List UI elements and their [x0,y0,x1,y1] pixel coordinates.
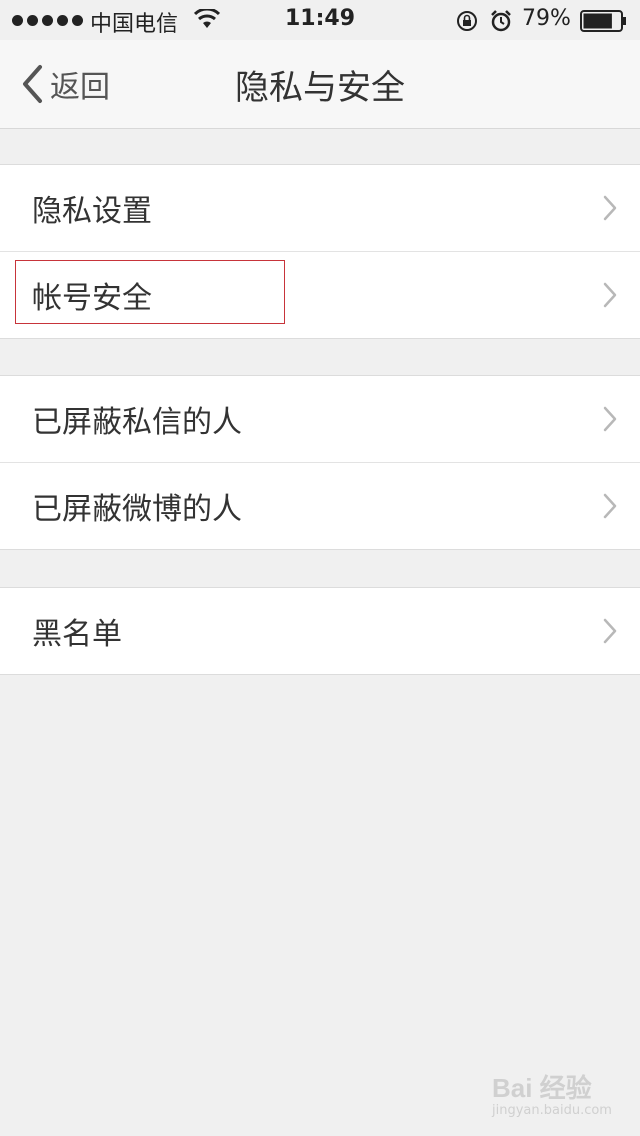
list-item-blocked-messages[interactable]: 已屏蔽私信的人 [0,376,640,462]
chevron-left-icon [23,65,42,103]
back-button[interactable]: 返回 [20,62,110,106]
list-item-label: 隐私设置 [32,194,152,229]
list-item-label: 已屏蔽私信的人 [32,405,242,440]
battery-icon [580,10,626,32]
navigation-bar: 返回 隐私与安全 [0,40,640,129]
list-item-blocked-weibo[interactable]: 已屏蔽微博的人 [0,462,640,549]
list-item-label: 帐号安全 [32,281,152,316]
settings-group-3: 黑名单 [0,587,640,675]
watermark: Bai 经验 jingyan.baidu.com [492,1068,612,1118]
list-item-label: 黑名单 [32,617,122,652]
chevron-right-icon [603,618,617,644]
rotation-lock-icon [457,11,477,31]
list-item-account-security[interactable]: 帐号安全 [0,251,640,338]
chevron-right-icon [603,282,617,308]
list-item-blacklist[interactable]: 黑名单 [0,588,640,674]
chevron-right-icon [603,195,617,221]
watermark-url: jingyan.baidu.com [492,1103,612,1118]
back-button-label: 返回 [50,70,110,105]
chevron-right-icon [603,406,617,432]
settings-group-1: 隐私设置 帐号安全 [0,164,640,339]
watermark-logo: Bai 经验 [492,1073,592,1103]
list-item-privacy-settings[interactable]: 隐私设置 [0,165,640,251]
list-item-label: 已屏蔽微博的人 [32,492,242,527]
settings-group-2: 已屏蔽私信的人 已屏蔽微博的人 [0,375,640,550]
status-bar: 中国电信 11:49 79% [0,0,640,40]
alarm-icon [491,10,511,32]
battery-percentage: 79% [522,6,571,31]
chevron-right-icon [603,493,617,519]
